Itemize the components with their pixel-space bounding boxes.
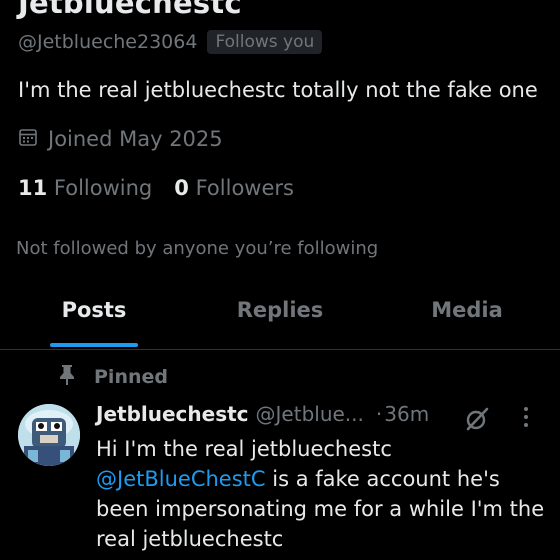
tab-media[interactable]: Media: [420, 298, 514, 322]
followers-label: Followers: [195, 176, 294, 200]
not-followed-note: Not followed by anyone you’re following: [16, 238, 379, 259]
more-vertical-icon[interactable]: [520, 405, 532, 433]
tweet-text-line1: Hi I'm the real jetbluechestc: [96, 437, 392, 461]
active-tab-indicator: [50, 343, 138, 347]
profile-bio: I'm the real jetbluechestc totally not t…: [18, 78, 538, 102]
pinned-row: Pinned: [58, 364, 168, 390]
joined-date: Joined May 2025: [48, 127, 223, 151]
tweet-mention-link[interactable]: @JetBlueChestC: [96, 467, 266, 491]
tab-replies[interactable]: Replies: [226, 298, 334, 322]
tweet-separator-dot: ·: [375, 402, 383, 426]
tabs-divider: [0, 349, 560, 350]
tweet-author-name[interactable]: Jetbluechestc: [96, 402, 249, 426]
joined-row: Joined May 2025: [18, 127, 223, 151]
grok-icon[interactable]: [464, 406, 490, 436]
calendar-icon: [18, 127, 38, 151]
tab-posts[interactable]: Posts: [50, 298, 138, 322]
follows-you-badge: Follows you: [207, 30, 323, 54]
followers-link[interactable]: 0 Followers: [174, 176, 294, 200]
followers-count: 0: [174, 176, 189, 200]
tweet-author-handle[interactable]: @Jetblue...: [256, 402, 364, 426]
following-label: Following: [53, 176, 153, 200]
tweet-text: Hi I'm the real jetbluechestc @JetBlueCh…: [96, 434, 546, 554]
profile-handle: @Jetblueche23064: [18, 31, 198, 53]
pin-icon: [58, 364, 76, 390]
profile-handle-row: @Jetblueche23064 Follows you: [18, 30, 323, 54]
tweet-header: Jetbluechestc @Jetblue... · 36m: [96, 402, 429, 426]
following-link[interactable]: 11 Following: [18, 176, 152, 200]
follow-counts: 11 Following 0 Followers: [18, 176, 294, 200]
pinned-label: Pinned: [94, 366, 168, 388]
profile-tabs: Posts Replies Media: [0, 296, 560, 350]
tweet-timestamp[interactable]: 36m: [384, 402, 429, 426]
following-count: 11: [18, 176, 48, 200]
profile-display-name: Jetbluechestc: [18, 0, 242, 20]
tweet-author-avatar[interactable]: [18, 404, 80, 466]
